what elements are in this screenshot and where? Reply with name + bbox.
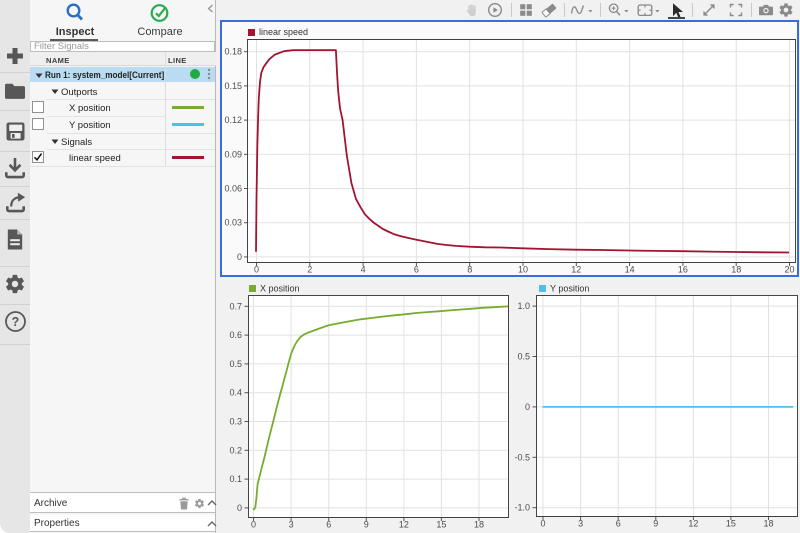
svg-text:15: 15 xyxy=(436,520,446,530)
svg-text:?: ? xyxy=(11,315,19,329)
svg-text:Y position: Y position xyxy=(550,284,589,294)
svg-text:18: 18 xyxy=(474,520,484,530)
svg-text:-1.0: -1.0 xyxy=(514,503,530,513)
svg-text:0.5: 0.5 xyxy=(229,359,242,369)
svg-text:12: 12 xyxy=(688,519,698,529)
svg-text:0.12: 0.12 xyxy=(224,115,242,125)
svg-text:0.03: 0.03 xyxy=(224,218,242,228)
svg-text:12: 12 xyxy=(399,520,409,530)
svg-text:12: 12 xyxy=(571,265,581,275)
svg-text:0.5: 0.5 xyxy=(517,352,530,362)
svg-text:3: 3 xyxy=(289,520,294,530)
svg-text:3: 3 xyxy=(578,519,583,529)
svg-text:-0.5: -0.5 xyxy=(514,452,530,462)
svg-text:0: 0 xyxy=(237,252,242,262)
svg-text:18: 18 xyxy=(731,265,741,275)
svg-text:1.0: 1.0 xyxy=(517,301,530,311)
svg-text:0.09: 0.09 xyxy=(224,149,242,159)
svg-text:6: 6 xyxy=(414,265,419,275)
svg-text:4: 4 xyxy=(361,265,366,275)
svg-text:0.1: 0.1 xyxy=(229,474,242,484)
svg-text:9: 9 xyxy=(364,520,369,530)
svg-text:0: 0 xyxy=(254,265,259,275)
svg-text:0.06: 0.06 xyxy=(224,184,242,194)
svg-text:8: 8 xyxy=(467,265,472,275)
svg-text:14: 14 xyxy=(625,265,635,275)
svg-text:X position: X position xyxy=(260,284,300,294)
svg-text:0.6: 0.6 xyxy=(229,330,242,340)
svg-text:0.7: 0.7 xyxy=(229,301,242,311)
svg-text:0.15: 0.15 xyxy=(224,81,242,91)
svg-text:6: 6 xyxy=(326,520,331,530)
svg-text:16: 16 xyxy=(678,265,688,275)
svg-text:0.3: 0.3 xyxy=(229,417,242,427)
svg-text:15: 15 xyxy=(726,519,736,529)
svg-text:20: 20 xyxy=(784,265,794,275)
svg-text:2: 2 xyxy=(307,265,312,275)
svg-text:9: 9 xyxy=(653,519,658,529)
svg-text:6: 6 xyxy=(616,519,621,529)
svg-text:18: 18 xyxy=(763,519,773,529)
svg-text:10: 10 xyxy=(518,265,528,275)
svg-text:0: 0 xyxy=(237,503,242,513)
svg-text:0.4: 0.4 xyxy=(229,388,242,398)
svg-text:0: 0 xyxy=(525,402,530,412)
svg-text:0: 0 xyxy=(540,519,545,529)
svg-text:0.2: 0.2 xyxy=(229,445,242,455)
svg-text:0.18: 0.18 xyxy=(224,47,242,57)
svg-text:0: 0 xyxy=(251,520,256,530)
